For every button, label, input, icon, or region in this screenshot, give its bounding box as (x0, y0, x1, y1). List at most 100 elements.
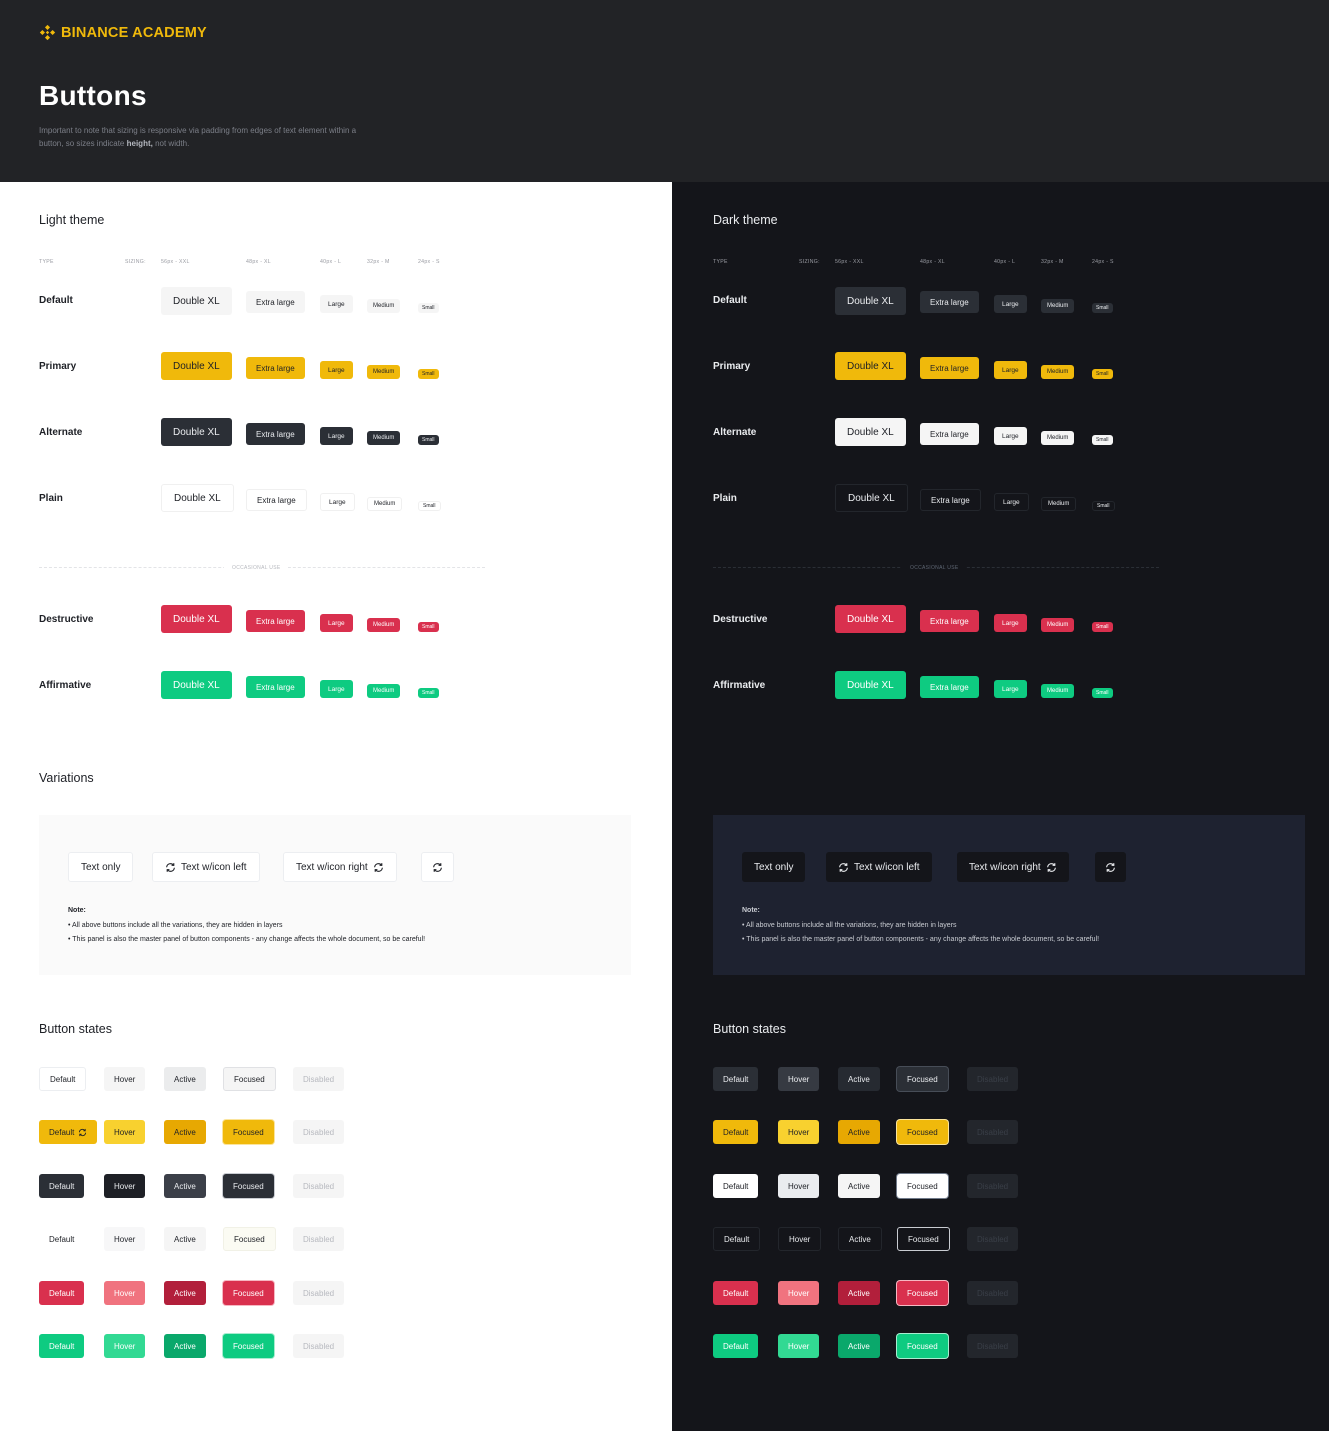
default-button-m[interactable]: Medium (367, 299, 401, 313)
state-primary-default[interactable]: Default (713, 1120, 759, 1144)
state-plain-default[interactable]: Default (39, 1227, 85, 1251)
state-default-active[interactable]: Active (164, 1067, 206, 1091)
destructive-button-s[interactable]: Small (1092, 622, 1113, 632)
state-alternate-active[interactable]: Active (164, 1174, 206, 1198)
destructive-button-xxl[interactable]: Double XL (835, 605, 906, 633)
alternate-button-l[interactable]: Large (994, 427, 1027, 445)
text-only-button[interactable]: Text only (68, 852, 134, 882)
state-affirmative-focused[interactable]: Focused (223, 1334, 274, 1358)
alternate-button-l[interactable]: Large (320, 427, 353, 445)
icon-right-button[interactable]: Text w/icon right (957, 852, 1069, 882)
default-button-xl[interactable]: Extra large (246, 291, 305, 313)
state-affirmative-active[interactable]: Active (164, 1334, 206, 1358)
state-destructive-hover[interactable]: Hover (104, 1281, 146, 1305)
affirmative-button-xl[interactable]: Extra large (920, 676, 979, 698)
alternate-button-xl[interactable]: Extra large (920, 423, 979, 445)
state-alternate-focused[interactable]: Focused (223, 1174, 274, 1198)
state-default-default[interactable]: Default (713, 1067, 759, 1091)
state-primary-focused[interactable]: Focused (223, 1120, 274, 1144)
state-plain-focused[interactable]: Focused (897, 1227, 950, 1251)
default-button-xxl[interactable]: Double XL (161, 287, 232, 315)
plain-button-xl[interactable]: Extra large (246, 489, 307, 511)
state-affirmative-focused[interactable]: Focused (897, 1334, 948, 1358)
state-affirmative-default[interactable]: Default (713, 1334, 759, 1358)
primary-button-s[interactable]: Small (1092, 369, 1113, 379)
affirmative-button-s[interactable]: Small (1092, 688, 1113, 698)
alternate-button-m[interactable]: Medium (1041, 431, 1075, 445)
primary-button-m[interactable]: Medium (367, 365, 401, 379)
primary-button-xxl[interactable]: Double XL (161, 352, 232, 380)
state-affirmative-active[interactable]: Active (838, 1334, 880, 1358)
state-plain-active[interactable]: Active (164, 1227, 206, 1251)
icon-only-button[interactable] (421, 852, 454, 882)
plain-button-l[interactable]: Large (320, 493, 355, 511)
state-destructive-active[interactable]: Active (164, 1281, 206, 1305)
state-plain-active[interactable]: Active (838, 1227, 882, 1251)
destructive-button-l[interactable]: Large (320, 614, 353, 632)
primary-button-s[interactable]: Small (418, 369, 439, 379)
state-affirmative-hover[interactable]: Hover (104, 1334, 146, 1358)
state-alternate-focused[interactable]: Focused (897, 1174, 948, 1198)
primary-button-m[interactable]: Medium (1041, 365, 1075, 379)
state-primary-default[interactable]: Default (39, 1120, 98, 1144)
state-alternate-active[interactable]: Active (838, 1174, 880, 1198)
state-default-hover[interactable]: Hover (104, 1067, 146, 1091)
default-button-l[interactable]: Large (320, 295, 353, 313)
destructive-button-m[interactable]: Medium (1041, 618, 1075, 632)
plain-button-xl[interactable]: Extra large (920, 489, 981, 511)
primary-button-xl[interactable]: Extra large (246, 357, 305, 379)
state-primary-active[interactable]: Active (838, 1120, 880, 1144)
alternate-button-xl[interactable]: Extra large (246, 423, 305, 445)
state-primary-hover[interactable]: Hover (104, 1120, 146, 1144)
state-destructive-default[interactable]: Default (39, 1281, 85, 1305)
text-only-button[interactable]: Text only (742, 852, 806, 882)
state-plain-default[interactable]: Default (713, 1227, 761, 1251)
plain-button-xxl[interactable]: Double XL (835, 484, 908, 512)
icon-right-button[interactable]: Text w/icon right (283, 852, 397, 882)
affirmative-button-m[interactable]: Medium (1041, 684, 1075, 698)
state-plain-hover[interactable]: Hover (778, 1227, 822, 1251)
state-destructive-focused[interactable]: Focused (897, 1281, 948, 1305)
plain-button-s[interactable]: Small (418, 501, 441, 511)
plain-button-xxl[interactable]: Double XL (161, 484, 234, 512)
plain-button-m[interactable]: Medium (367, 497, 403, 511)
state-alternate-hover[interactable]: Hover (778, 1174, 820, 1198)
primary-button-l[interactable]: Large (320, 361, 353, 379)
default-button-l[interactable]: Large (994, 295, 1027, 313)
state-destructive-hover[interactable]: Hover (778, 1281, 820, 1305)
state-default-hover[interactable]: Hover (778, 1067, 820, 1091)
affirmative-button-l[interactable]: Large (994, 680, 1027, 698)
default-button-s[interactable]: Small (1092, 303, 1113, 313)
plain-button-s[interactable]: Small (1092, 501, 1115, 511)
state-alternate-default[interactable]: Default (713, 1174, 759, 1198)
default-button-xxl[interactable]: Double XL (835, 287, 906, 315)
state-destructive-focused[interactable]: Focused (223, 1281, 274, 1305)
affirmative-button-l[interactable]: Large (320, 680, 353, 698)
state-plain-focused[interactable]: Focused (223, 1227, 276, 1251)
icon-only-button[interactable] (1095, 852, 1126, 882)
state-primary-active[interactable]: Active (164, 1120, 206, 1144)
destructive-button-l[interactable]: Large (994, 614, 1027, 632)
alternate-button-xxl[interactable]: Double XL (161, 418, 232, 446)
destructive-button-xxl[interactable]: Double XL (161, 605, 232, 633)
brand-logo[interactable]: BINANCE ACADEMY (39, 24, 207, 41)
state-alternate-hover[interactable]: Hover (104, 1174, 146, 1198)
state-affirmative-default[interactable]: Default (39, 1334, 85, 1358)
state-plain-hover[interactable]: Hover (104, 1227, 146, 1251)
state-primary-hover[interactable]: Hover (778, 1120, 820, 1144)
primary-button-xl[interactable]: Extra large (920, 357, 979, 379)
alternate-button-s[interactable]: Small (1092, 435, 1113, 445)
state-alternate-default[interactable]: Default (39, 1174, 85, 1198)
default-button-s[interactable]: Small (418, 303, 439, 313)
primary-button-xxl[interactable]: Double XL (835, 352, 906, 380)
destructive-button-xl[interactable]: Extra large (246, 610, 305, 632)
alternate-button-s[interactable]: Small (418, 435, 439, 445)
affirmative-button-xxl[interactable]: Double XL (835, 671, 906, 699)
affirmative-button-s[interactable]: Small (418, 688, 439, 698)
state-default-focused[interactable]: Focused (223, 1067, 276, 1091)
destructive-button-m[interactable]: Medium (367, 618, 401, 632)
state-primary-focused[interactable]: Focused (897, 1120, 948, 1144)
icon-left-button[interactable]: Text w/icon left (152, 852, 260, 882)
state-default-active[interactable]: Active (838, 1067, 880, 1091)
state-default-default[interactable]: Default (39, 1067, 87, 1091)
